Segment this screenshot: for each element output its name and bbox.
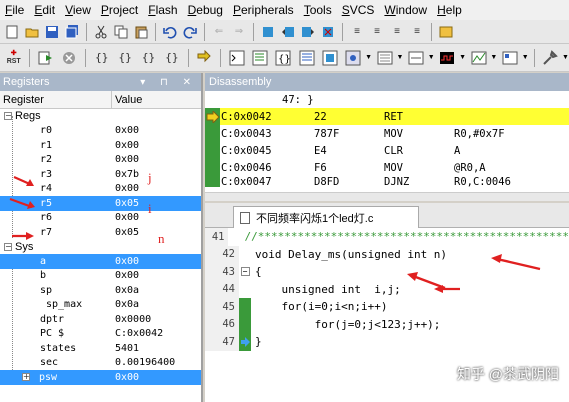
find-in-files-icon[interactable]: [437, 23, 455, 41]
symbols-window-icon[interactable]: {}: [273, 47, 294, 69]
show-next-statement-icon[interactable]: [194, 47, 215, 69]
chevron-down-icon[interactable]: ▼: [396, 54, 403, 61]
annotation-n: n: [158, 231, 165, 246]
disassembly-row[interactable]: C:0x0046 F6 MOV @R0,A: [205, 159, 569, 176]
toolbar-separator: [85, 48, 87, 67]
disassembly-row[interactable]: 47: }: [205, 91, 569, 108]
disassembly-title: Disassembly: [205, 73, 569, 91]
toolbar-separator: [342, 22, 343, 41]
nav-forward-icon[interactable]: ⇒: [230, 23, 248, 41]
toolbar-separator: [219, 48, 221, 67]
toolbar-separator: [533, 48, 535, 67]
copy-icon[interactable]: [112, 23, 130, 41]
chevron-down-icon[interactable]: ▼: [428, 54, 435, 61]
toolbar-separator: [253, 22, 254, 41]
bookmark-clear-icon[interactable]: [319, 23, 337, 41]
memory-window-icon[interactable]: [374, 47, 395, 69]
step-over-icon[interactable]: {}: [114, 47, 135, 69]
redo-icon[interactable]: [181, 23, 199, 41]
menu-file[interactable]: File: [0, 3, 29, 17]
svg-text:{}: {}: [278, 54, 291, 65]
disassembly-panel: Disassembly 47: } C:0x0042 22 RET C:0x0043…: [205, 73, 569, 201]
watermark: 知乎 @茶武阴阳: [456, 366, 559, 382]
reset-cpu-icon[interactable]: ✚ RST: [3, 47, 24, 69]
uncomment-icon[interactable]: ≡: [408, 23, 426, 41]
chevron-down-icon[interactable]: ▼: [459, 54, 466, 61]
toolbar-separator: [204, 22, 205, 41]
cut-icon[interactable]: [92, 23, 110, 41]
toolbar-separator: [431, 22, 432, 41]
annotation-i: i: [148, 201, 152, 216]
step-out-icon[interactable]: {}: [138, 47, 159, 69]
stop-icon[interactable]: [59, 47, 80, 69]
trace-window-icon[interactable]: [468, 47, 489, 69]
run-to-cursor-icon[interactable]: {}: [161, 47, 182, 69]
command-window-icon[interactable]: [226, 47, 247, 69]
tools-icon[interactable]: [540, 47, 561, 69]
menu-bar: File Edit View Project Flash Debug Perip…: [0, 0, 569, 20]
indent-icon[interactable]: ≡: [348, 23, 366, 41]
serial-window-icon[interactable]: [405, 47, 426, 69]
chevron-down-icon[interactable]: ▼: [365, 54, 372, 61]
step-into-icon[interactable]: {}: [91, 47, 112, 69]
chevron-down-icon[interactable]: ▼: [522, 54, 529, 61]
bookmark-icon[interactable]: [259, 23, 277, 41]
menu-project[interactable]: Project: [96, 3, 143, 17]
call-stack-icon[interactable]: [319, 47, 340, 69]
debug-toolbar: ✚ RST {} {} {} {} {} ▼ ▼ ▼ ▼ ▼ ▼ ▼: [0, 44, 569, 72]
registers-window-icon[interactable]: [296, 47, 317, 69]
chevron-down-icon[interactable]: ▼: [562, 54, 569, 61]
save-all-icon[interactable]: [63, 23, 81, 41]
horizontal-scrollbar[interactable]: [205, 192, 569, 201]
unindent-icon[interactable]: ≡: [368, 23, 386, 41]
menu-help[interactable]: Help: [432, 3, 467, 17]
toolbar-separator: [29, 48, 31, 67]
menu-peripherals[interactable]: Peripherals: [228, 3, 299, 17]
new-file-icon[interactable]: [3, 23, 21, 41]
run-icon[interactable]: [35, 47, 56, 69]
analysis-window-icon[interactable]: [437, 47, 458, 69]
file-toolbar: ⇐ ⇒ ≡ ≡ ≡ ≡: [0, 20, 569, 44]
paste-icon[interactable]: [132, 23, 150, 41]
menu-edit[interactable]: Edit: [29, 3, 60, 17]
nav-back-icon[interactable]: ⇐: [210, 23, 228, 41]
system-viewer-icon[interactable]: [499, 47, 520, 69]
disassembly-row-current[interactable]: C:0x0042 22 RET: [205, 108, 569, 125]
annotation-j: j: [148, 170, 152, 185]
disassembly-row[interactable]: C:0x0045 E4 CLR A: [205, 142, 569, 159]
registers-panel: Registers ▾ ⊓ ✕ Register Value − Regs r0 0…: [0, 73, 203, 402]
toolbar-separator: [86, 22, 87, 41]
disassembly-window-icon[interactable]: [249, 47, 270, 69]
bookmark-next-icon[interactable]: [299, 23, 317, 41]
menu-tools[interactable]: Tools: [299, 3, 337, 17]
bookmark-prev-icon[interactable]: [279, 23, 297, 41]
menu-view[interactable]: View: [60, 3, 96, 17]
menu-window[interactable]: Window: [379, 3, 432, 17]
current-pc-arrow-icon: [206, 110, 220, 123]
menu-debug[interactable]: Debug: [183, 3, 228, 17]
comment-icon[interactable]: ≡: [388, 23, 406, 41]
annotation-arrows: [9, 175, 35, 240]
menu-flash[interactable]: Flash: [143, 3, 182, 17]
toolbar-separator: [155, 22, 156, 41]
disassembly-row[interactable]: C:0x0047 D8FD DJNZ R0,C:0046: [205, 176, 569, 187]
watch-window-icon[interactable]: [343, 47, 364, 69]
toolbar-separator: [187, 48, 189, 67]
open-folder-icon[interactable]: [23, 23, 41, 41]
chevron-down-icon[interactable]: ▼: [490, 54, 497, 61]
menu-svcs[interactable]: SVCS: [337, 3, 380, 17]
save-icon[interactable]: [43, 23, 61, 41]
disassembly-row[interactable]: C:0x0043 787F MOV R0,#0x7F: [205, 125, 569, 142]
undo-icon[interactable]: [161, 23, 179, 41]
